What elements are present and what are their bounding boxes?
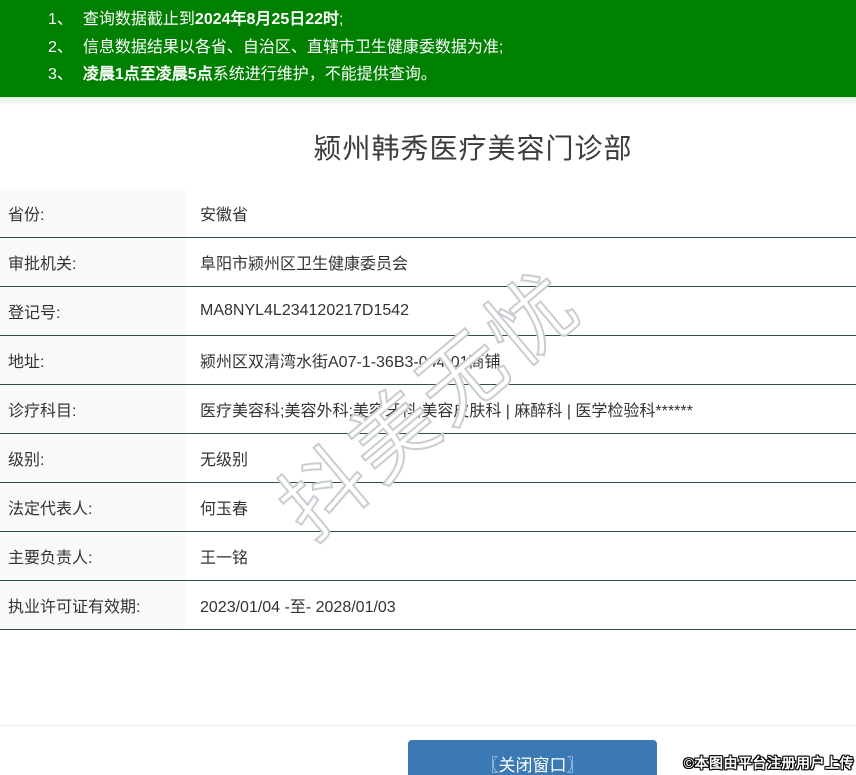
institution-info-table: 省份: 安徽省 审批机关: 阜阳市颍州区卫生健康委员会 登记号: MA8NYL4… [0,189,856,630]
row-value: 阜阳市颍州区卫生健康委员会 [200,256,409,273]
table-row-province: 省份: 安徽省 [0,189,856,238]
row-value: 安徽省 [200,207,249,224]
table-row-address: 地址: 颍州区双清湾水街A07-1-36B3-044-01商铺 [0,336,856,385]
row-label: 诊疗科目: [0,385,185,433]
table-row-person-in-charge: 主要负责人: 王一铭 [0,532,856,581]
row-value: 无级别 [200,452,249,469]
row-value: MA8NYL4L234120217D1542 [200,302,410,319]
table-row-clinical-departments: 诊疗科目: 医疗美容科;美容外科;美容牙科;美容皮肤科 | 麻醉科 | 医学检验… [0,385,856,434]
row-value: 何玉春 [200,501,249,518]
row-value: 2023/01/04 -至- 2028/01/03 [200,599,396,616]
upload-attribution-watermark: ©本图由平台注册用户上传 [683,755,854,771]
query-result-page: 1、 查询数据截止到2024年8月25日22时; 2、 信息数据结果以各省、自治区、… [0,0,856,775]
notice-number: 1、 [48,11,73,28]
row-label: 登记号: [0,287,185,335]
notice-text-bold: 凌晨1点至凌晨5点 [82,66,213,83]
notice-line-3: 3、 凌晨1点至凌晨5点系统进行维护，不能提供查询。 [48,61,846,89]
notice-text: 系统进行维护，不能提供查询。 [212,66,437,83]
notice-text: 信息数据结果以各省、自治区、直辖市卫生健康委数据为准; [82,38,504,56]
row-label: 主要负责人: [0,532,185,580]
row-value: 王一铭 [200,550,249,567]
table-row-approval-authority: 审批机关: 阜阳市颍州区卫生健康委员会 [0,238,856,287]
notice-text: 查询数据截止到 [82,11,195,28]
notice-text-bold: 2024年8月25日22时 [194,11,340,28]
notice-header: 1、 查询数据截止到2024年8月25日22时; 2、 信息数据结果以各省、自治区、… [0,0,856,97]
row-label: 省份: [0,189,185,237]
row-label: 审批机关: [0,238,185,286]
header-fade-strip [0,97,856,106]
row-value: 医疗美容科;美容外科;美容牙科;美容皮肤科 | 麻醉科 | 医学检验科*****… [200,403,693,420]
page-title: 颍州韩秀医疗美容门诊部 [313,133,633,164]
row-label: 地址: [0,336,185,384]
row-label: 执业许可证有效期: [0,581,185,629]
notice-line-1: 1、 查询数据截止到2024年8月25日22时; [48,6,846,34]
table-row-level: 级别: 无级别 [0,434,856,483]
notice-text: ; [339,11,344,28]
notice-number: 3、 [48,66,73,83]
row-value: 颍州区双清湾水街A07-1-36B3-044-01商铺 [200,354,501,371]
row-label: 级别: [0,434,185,482]
notice-number: 2、 [48,38,73,56]
table-row-legal-representative: 法定代表人: 何玉春 [0,483,856,532]
row-label: 法定代表人: [0,483,185,531]
table-row-registration-number: 登记号: MA8NYL4L234120217D1542 [0,287,856,336]
close-window-button[interactable]: 〖关闭窗口〗 [408,740,657,775]
notice-line-2: 2、 信息数据结果以各省、自治区、直辖市卫生健康委数据为准; [48,34,846,62]
table-row-license-validity: 执业许可证有效期: 2023/01/04 -至- 2028/01/03 [0,581,856,630]
